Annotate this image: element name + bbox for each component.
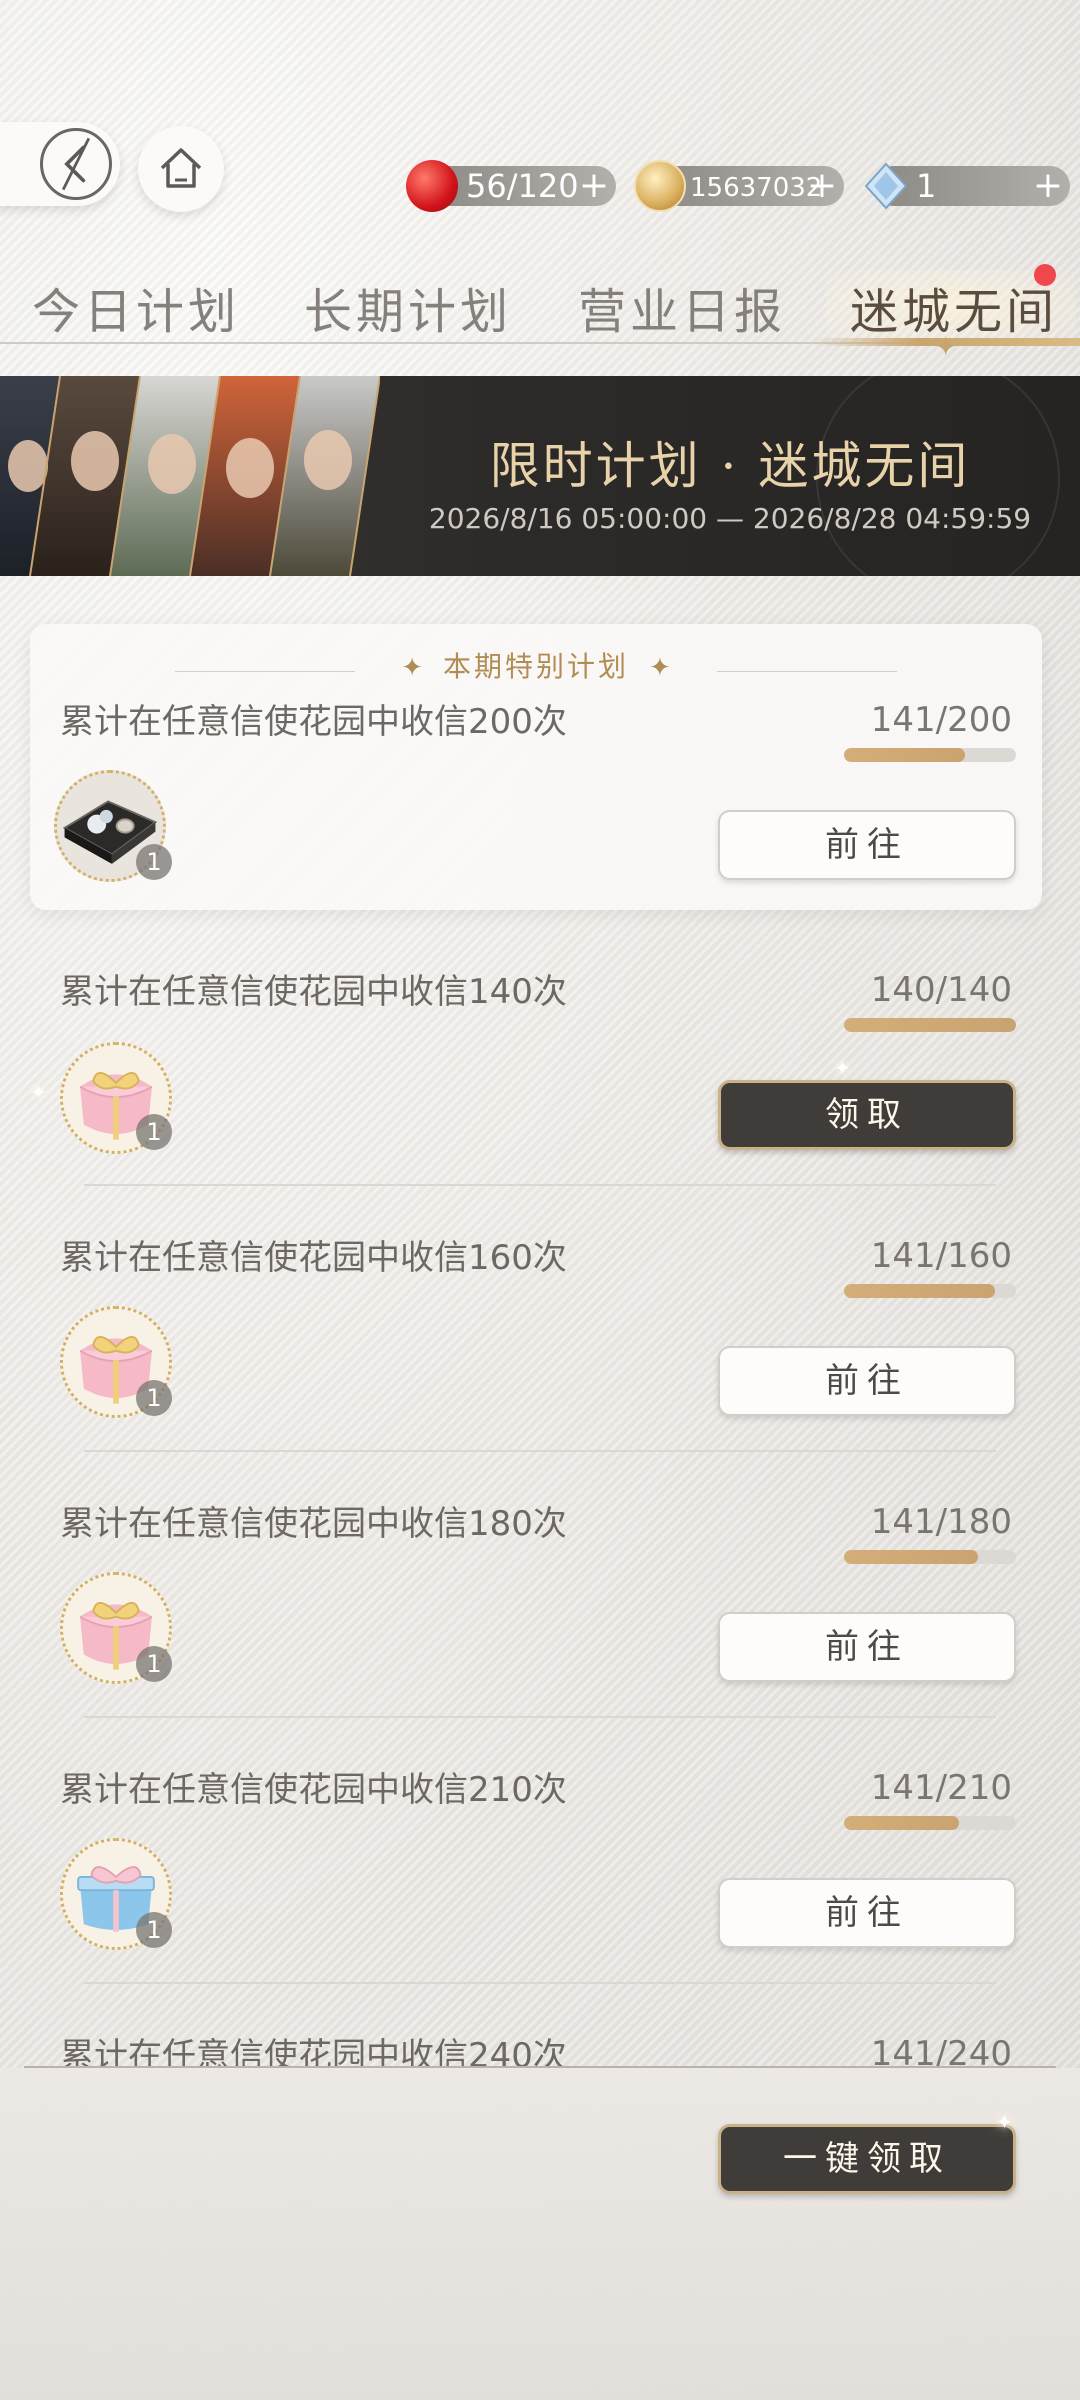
task-title: 累计在任意信使花园中收信140次 [60,972,567,1012]
go-button[interactable]: 前往 [718,1878,1016,1948]
reward-quantity: 1 [136,1380,172,1416]
back-button[interactable] [0,122,120,206]
reward-quantity: 1 [136,1114,172,1150]
task-title: 累计在任意信使花园中收信160次 [60,1238,567,1278]
add-coin-button[interactable]: + [804,166,840,206]
task-title: 累计在任意信使花园中收信240次 [60,2036,567,2066]
progress-fill [844,1816,960,1830]
star-icon: ✦ [401,653,423,683]
progress-fill [844,748,966,762]
progress-fill [844,1550,979,1564]
progress-fill [844,1284,996,1298]
task-progress-bar [844,1018,1016,1032]
back-arrow-icon [40,128,112,200]
resource-coin: 15637032 + [634,160,844,212]
resource-crystal: 1 + [864,162,1070,210]
crystal-icon [860,160,912,212]
resource-apple: 56/120 + [406,160,616,212]
event-banner: 限时计划 · 迷城无间 2026/8/16 05:00:00 — 2026/8/… [0,376,1080,576]
banner-date-range: 2026/8/16 05:00:00 — 2026/8/28 04:59:59 [428,502,1032,535]
sparkle-icon: ✦ [834,1056,851,1080]
home-icon [160,148,202,188]
special-plan-header: ✦ 本期特别计划 ✦ [30,645,1042,685]
claim-all-button[interactable]: 一键领取 [718,2124,1016,2194]
go-button[interactable]: 前往 [718,1346,1016,1416]
reward-quantity: 1 [136,844,172,880]
bottom-panel [0,2068,1080,2400]
go-button[interactable]: 前往 [718,1612,1016,1682]
task-progress-bar [844,1550,1016,1564]
tab-business-report[interactable]: 营业日报 [578,272,786,342]
task-progress-bar [844,1816,1016,1830]
add-crystal-button[interactable]: + [1030,166,1066,206]
character-portraits-image [0,376,380,576]
reward-quantity: 1 [136,1912,172,1948]
task-progress: 141/160 [870,1236,1012,1276]
sparkle-icon: ✦ [934,330,958,363]
apple-icon [406,160,458,212]
claim-button[interactable]: 领取 [718,1080,1016,1150]
task-progress: 140/140 [870,970,1012,1010]
row-divider [84,1450,996,1452]
notification-badge [1034,264,1056,286]
banner-title: 限时计划 · 迷城无间 [489,437,971,495]
sparkle-icon: ✦ [996,2110,1013,2134]
tab-long-term-plan[interactable]: 长期计划 [304,272,512,342]
tab-today-plan[interactable]: 今日计划 [32,272,240,342]
task-progress: 141/240 [870,2034,1012,2066]
task-title: 累计在任意信使花园中收信180次 [60,1504,567,1544]
task-progress: 141/180 [870,1502,1012,1542]
row-divider [84,1982,996,1984]
sparkle-icon: ✦ [30,1080,47,1104]
task-progress: 141/210 [870,1768,1012,1808]
progress-fill [844,1018,1016,1032]
special-task-progress-bar [844,748,1016,762]
reward-quantity: 1 [136,1646,172,1682]
task-progress-bar [844,1284,1016,1298]
task-title: 累计在任意信使花园中收信210次 [60,1770,567,1810]
special-task-title: 累计在任意信使花园中收信200次 [60,702,567,742]
task-list: 累计在任意信使花园中收信140次 140/140 1 领取 ✦ ✦ 累计在任意信… [0,940,1080,2066]
add-apple-button[interactable]: + [576,166,612,206]
special-plan-label: 本期特别计划 [442,650,629,683]
coin-count: 15637032 [690,173,823,203]
special-task-progress: 141/200 [870,700,1012,740]
row-divider [84,1716,996,1718]
crystal-count: 1 [916,167,937,205]
star-icon: ✦ [649,653,671,683]
gold-coin-icon [634,160,686,212]
row-divider [84,1184,996,1186]
special-go-button[interactable]: 前往 [718,810,1016,880]
home-button[interactable] [138,126,224,212]
apple-count: 56/120 [466,167,579,205]
